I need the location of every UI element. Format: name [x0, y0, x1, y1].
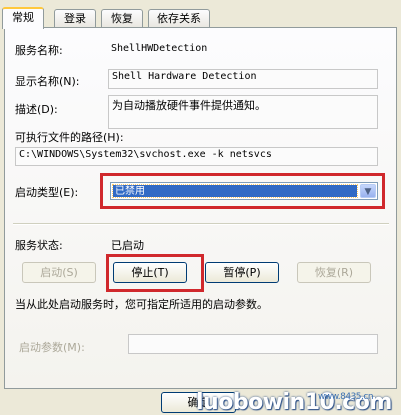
service-name-value: ShellHWDetection — [111, 43, 208, 54]
display-name-label: 显示名称(N): — [15, 75, 80, 88]
startup-type-label: 启动类型(E): — [15, 186, 79, 199]
start-button[interactable]: 启动(S) — [22, 262, 96, 283]
description-label: 描述(D): — [15, 103, 58, 116]
pause-button[interactable]: 暂停(P) — [205, 262, 279, 283]
tab-recovery[interactable]: 恢复 — [101, 9, 143, 28]
exe-path-field[interactable]: C:\WINDOWS\System32\svchost.exe -k netsv… — [15, 147, 378, 166]
service-status-label: 服务状态: — [15, 239, 63, 252]
start-params-hint: 当从此处启动服务时，您可指定所适用的启动参数。 — [15, 298, 268, 311]
exe-path-label: 可执行文件的路径(H): — [15, 131, 124, 144]
site-watermark: luobowin10.com www.8435.cn — [196, 390, 401, 415]
tab-strip: 常规 登录 恢复 依存关系 — [2, 7, 399, 29]
start-params-field[interactable] — [128, 334, 378, 354]
resume-button[interactable]: 恢复(R) — [297, 262, 371, 283]
service-status-value: 已启动 — [111, 239, 144, 252]
tab-general[interactable]: 常规 — [2, 7, 44, 29]
service-name-label: 服务名称: — [15, 44, 63, 57]
display-name-field[interactable]: Shell Hardware Detection — [108, 69, 378, 89]
stop-button-highlight-box — [106, 254, 204, 292]
watermark-url: www.8435.cn — [318, 392, 374, 402]
startup-type-highlight-box — [100, 173, 385, 209]
tab-logon[interactable]: 登录 — [54, 9, 96, 28]
tab-dependencies[interactable]: 依存关系 — [148, 9, 210, 28]
start-params-label: 启动参数(M): — [19, 341, 85, 354]
general-tab-panel: 服务名称: ShellHWDetection 显示名称(N): Shell Ha… — [4, 27, 397, 389]
divider — [13, 223, 389, 225]
description-field[interactable]: 为自动播放硬件事件提供通知。 — [108, 95, 378, 129]
